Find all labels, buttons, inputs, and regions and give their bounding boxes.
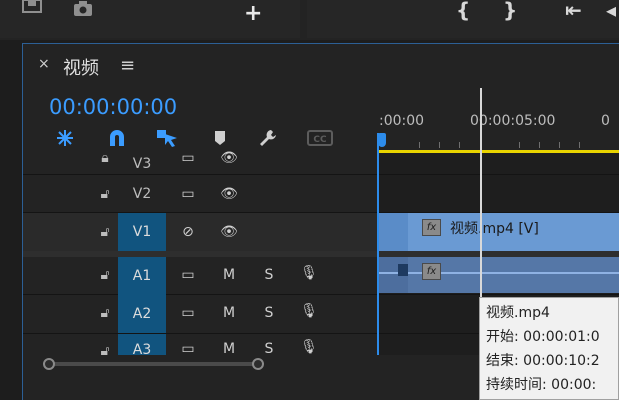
mark-in-icon[interactable]: { xyxy=(456,0,470,20)
track-label-v2[interactable]: V2 xyxy=(118,175,166,213)
tooltip-end: 结束: 00:00:10:2 xyxy=(486,353,600,369)
captions-icon[interactable]: CC xyxy=(307,128,333,153)
sync-lock-icon[interactable]: ▭ xyxy=(176,150,200,166)
lock-icon[interactable]: 🔒︎ xyxy=(95,150,115,166)
tooltip-clip-name: 视频.mp4 xyxy=(486,305,550,321)
ruler-tick xyxy=(439,142,440,148)
microphone-icon[interactable]: 🎙︎ xyxy=(299,339,319,355)
track-label-v3[interactable]: V3 xyxy=(118,145,166,174)
panel-title[interactable]: 视频 xyxy=(63,54,99,80)
step-back-icon[interactable]: ◂ xyxy=(606,0,616,20)
clip-tooltip: 视频.mp4 开始: 00:00:01:0 结束: 00:00:10:2 持续时… xyxy=(479,297,619,400)
solo-button[interactable]: S xyxy=(259,267,279,283)
horizontal-scrollbar[interactable] xyxy=(46,362,258,366)
panel-menu-icon[interactable]: ≡ xyxy=(120,55,135,76)
video-clip-transition[interactable] xyxy=(378,213,408,251)
track-label-v1[interactable]: V1 xyxy=(118,213,166,251)
lock-icon[interactable]: 🔓︎ xyxy=(95,224,115,240)
sync-lock-icon[interactable]: ▭ xyxy=(176,305,200,321)
playhead-timecode[interactable]: 00:00:00:00 xyxy=(49,95,177,119)
svg-text:CC: CC xyxy=(313,135,327,145)
export-frame-icon[interactable] xyxy=(22,0,42,17)
mouse-hover-line xyxy=(480,88,482,298)
tooltip-duration: 持续时间: 00:00: xyxy=(486,377,597,393)
go-to-in-icon[interactable]: ⇤ xyxy=(565,0,582,20)
eye-icon[interactable]: 👁︎ xyxy=(217,150,241,166)
mute-button[interactable]: M xyxy=(219,267,239,283)
mark-out-icon[interactable]: } xyxy=(503,0,517,20)
add-button-icon[interactable]: + xyxy=(244,1,262,26)
audio-keyframe-marker xyxy=(398,264,408,276)
track-label-a2[interactable]: A2 xyxy=(118,295,166,333)
ruler-tick xyxy=(519,142,520,148)
mute-button[interactable]: M xyxy=(219,305,239,321)
fx-badge-icon[interactable]: fx xyxy=(422,219,441,236)
eye-icon[interactable]: 👁︎ xyxy=(217,224,241,240)
sync-lock-icon[interactable]: ▭ xyxy=(176,267,200,283)
ruler-tick xyxy=(419,142,420,148)
microphone-icon[interactable]: 🎙︎ xyxy=(299,303,319,319)
microphone-icon[interactable]: 🎙︎ xyxy=(299,265,319,281)
sync-lock-icon[interactable]: ▭ xyxy=(176,186,200,202)
sync-lock-off-icon[interactable]: ⊘ xyxy=(176,224,200,240)
ruler-tick xyxy=(559,142,560,148)
playhead-line[interactable] xyxy=(377,133,379,355)
fx-badge-icon[interactable]: fx xyxy=(422,263,441,280)
lock-icon[interactable]: 🔓︎ xyxy=(95,186,115,202)
playhead-handle[interactable] xyxy=(378,133,386,147)
lock-icon[interactable]: 🔓︎ xyxy=(95,305,115,321)
scrollbar-right-handle[interactable] xyxy=(252,358,264,370)
ruler-tick xyxy=(539,142,540,148)
ruler-label-0: :00:00 xyxy=(379,113,425,129)
ruler-label-2-partial: 0 xyxy=(601,113,610,129)
audio-clip[interactable] xyxy=(378,257,619,293)
track-label-a3[interactable]: A3 xyxy=(118,334,166,355)
close-panel-icon[interactable]: × xyxy=(38,56,50,72)
track-divider xyxy=(23,174,619,175)
camera-icon[interactable] xyxy=(73,1,93,20)
lock-icon[interactable]: 🔓︎ xyxy=(95,267,115,283)
eye-icon[interactable]: 👁︎ xyxy=(217,186,241,202)
track-divider xyxy=(23,294,619,295)
ruler-tick xyxy=(579,142,580,148)
nest-sequence-icon[interactable] xyxy=(54,128,76,153)
solo-button[interactable]: S xyxy=(259,305,279,321)
ruler-tick xyxy=(459,142,460,148)
video-clip-label: 视频.mp4 [V] xyxy=(450,221,539,237)
track-label-a1[interactable]: A1 xyxy=(118,257,166,295)
ruler-label-1: 00:00:05:00 xyxy=(470,113,556,129)
scrollbar-left-handle[interactable] xyxy=(43,358,55,370)
track-row-v1-highlight xyxy=(23,213,378,251)
audio-waveform xyxy=(378,272,619,274)
timeline-settings-wrench-icon[interactable] xyxy=(257,128,279,153)
tooltip-start: 开始: 00:00:01:0 xyxy=(486,329,600,345)
